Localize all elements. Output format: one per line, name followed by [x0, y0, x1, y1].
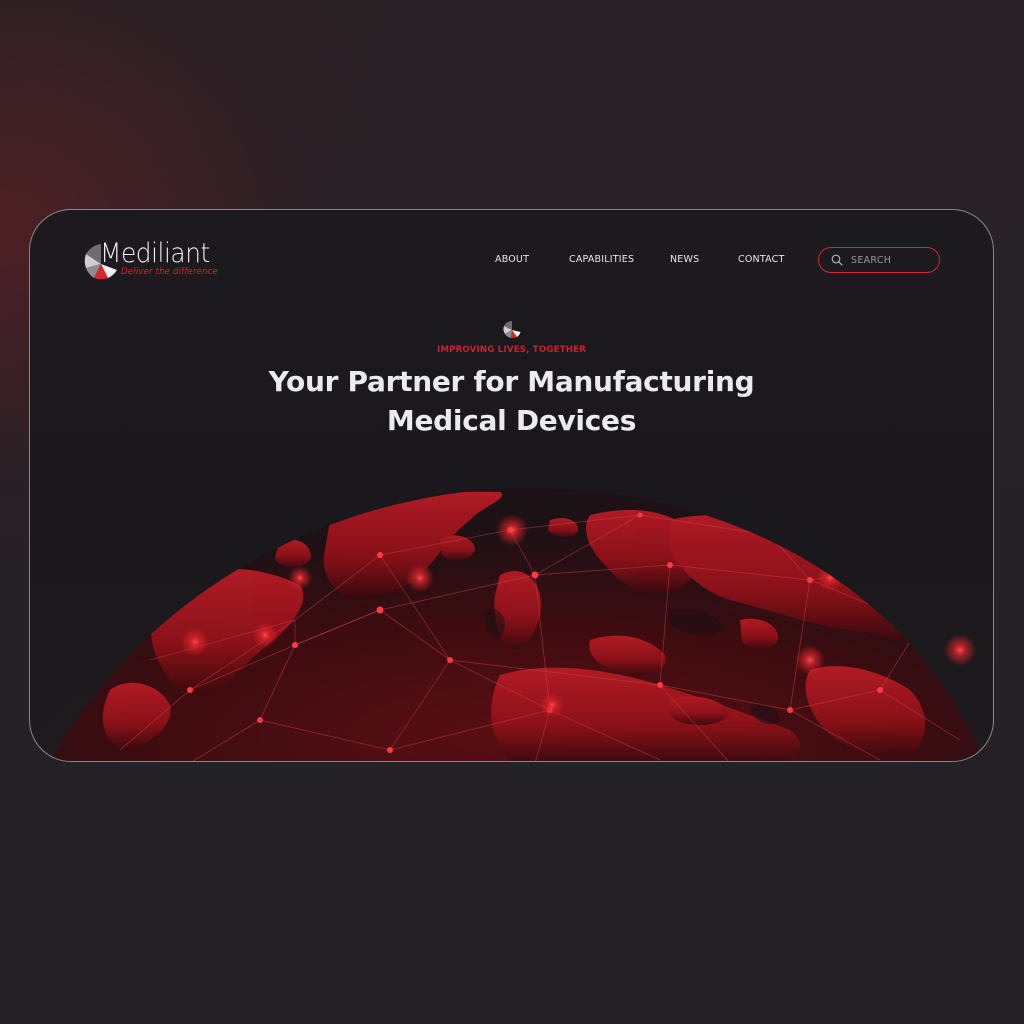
search-icon	[831, 254, 843, 266]
nav-item-capabilities[interactable]: CAPABILITIES	[569, 254, 634, 265]
nav-item-about[interactable]: ABOUT	[495, 254, 529, 265]
glow-spot-outer	[944, 634, 976, 666]
nav-item-contact[interactable]: CONTACT	[738, 254, 784, 265]
hero-eyebrow: IMPROVING LIVES, TOGETHER	[436, 345, 587, 355]
nav-item-news[interactable]: NEWS	[670, 254, 699, 265]
brand-tagline: Deliver the difference	[121, 267, 218, 277]
hero-title-line-2: Medical Devices	[386, 404, 637, 437]
website-hero-card: Mediliant Deliver the difference ABOUT C…	[29, 209, 994, 762]
hero-logo-mark-icon	[503, 321, 521, 338]
search-input[interactable]	[851, 252, 931, 268]
search-box[interactable]	[818, 247, 940, 273]
globe-illustration	[51, 488, 985, 761]
hero-title-line-1: Your Partner for Manufacturing	[268, 365, 755, 398]
hero-title: Your Partner for Manufacturing Medical D…	[30, 362, 993, 440]
